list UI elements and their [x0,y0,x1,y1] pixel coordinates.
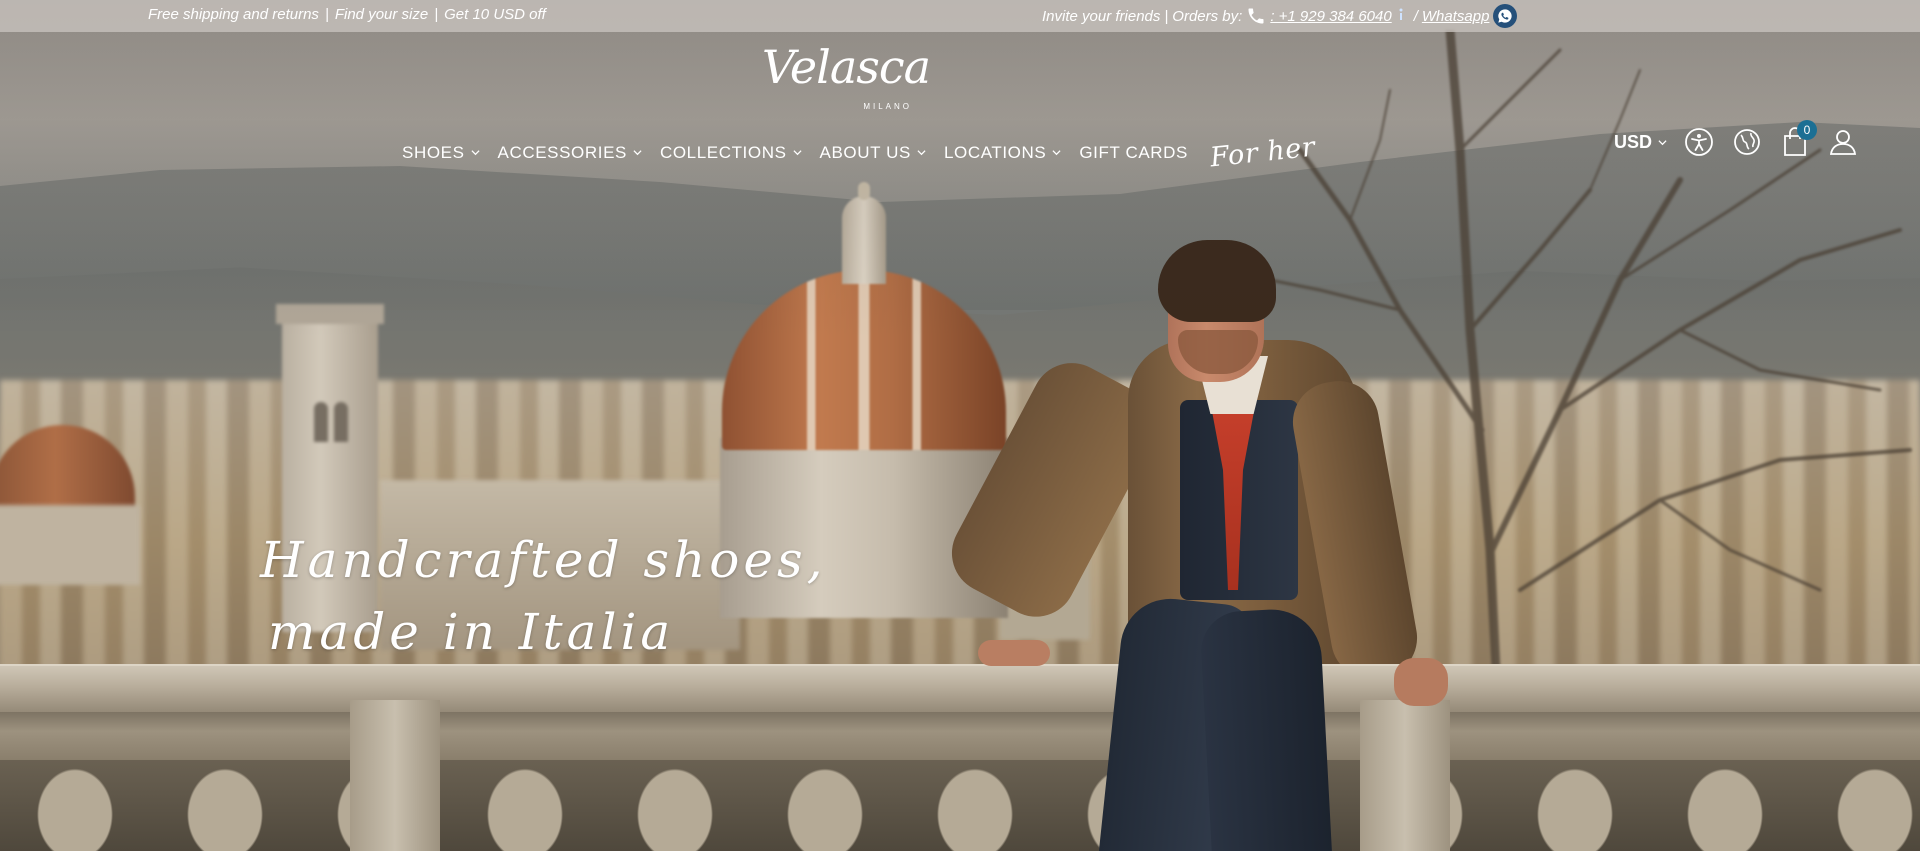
phone-icon [1246,6,1266,26]
find-size-link[interactable]: Find your size [335,6,428,23]
free-shipping-link[interactable]: Free shipping and returns [148,6,319,23]
topbar-promos: Free shipping and returns | Find your si… [148,6,546,23]
logo-subtitle: MILANO [863,102,912,111]
separator: | [1164,7,1169,25]
info-icon [1396,7,1410,25]
currency-label: USD [1614,131,1653,152]
hero-headline: Handcrafted shoes, made in Italia [260,524,827,668]
chevron-down-icon [1658,139,1667,145]
nav-label: ABOUT US [819,142,911,162]
nav-item-locations[interactable]: LOCATIONS [944,143,1061,163]
whatsapp-icon[interactable] [1493,4,1518,28]
velasca-logo[interactable]: Velasca MILANO [756,44,936,116]
discount-link[interactable]: Get 10 USD off [444,6,546,23]
nav-label: LOCATIONS [943,142,1047,162]
whatsapp-link[interactable]: Whatsapp [1422,8,1490,25]
accessibility-icon[interactable] [1683,126,1715,158]
chevron-down-icon [470,150,480,156]
nav-item-shoes[interactable]: SHOES [402,143,480,163]
nav-item-for-her[interactable]: For her [1209,132,1317,174]
main-nav: SHOES ACCESSORIES COLLECTIONS ABOUT US L… [402,132,1317,174]
nav-label: ACCESSORIES [497,142,627,162]
chevron-down-icon [792,150,802,156]
nav-item-collections[interactable]: COLLECTIONS [660,143,802,163]
chevron-down-icon [917,150,926,156]
nav-item-gift-cards[interactable]: GIFT CARDS [1079,143,1188,163]
header-tools: USD 0 [1614,120,1859,158]
nav-item-about-us[interactable]: ABOUT US [820,143,926,163]
nav-label: SHOES [402,142,465,162]
globe-icon[interactable] [1731,126,1763,158]
phone-link[interactable]: : +1 929 384 6040 [1270,8,1391,25]
hero-line-1: Handcrafted shoes, [260,531,827,589]
hero-line-2: made in Italia [268,603,675,661]
cart-count-badge: 0 [1797,120,1818,140]
orders-label: Orders by: [1172,7,1243,25]
top-announcement-bar: Free shipping and returns | Find your si… [0,0,1920,32]
chevron-down-icon [633,150,642,156]
invite-friends-link[interactable]: Invite your friends [1042,8,1160,25]
chevron-down-icon [1052,150,1061,156]
logo-wordmark: Velasca [761,40,931,94]
topbar-contact: Invite your friends | Orders by: : +1 92… [1042,4,1518,28]
cart-icon[interactable]: 0 [1779,120,1818,158]
nav-item-accessories[interactable]: ACCESSORIES [498,143,642,163]
user-icon[interactable] [1827,126,1859,158]
nav-label: COLLECTIONS [659,142,787,162]
separator: / [1413,7,1418,25]
separator: | [324,6,329,23]
nav-label: GIFT CARDS [1079,142,1188,162]
separator: | [434,6,439,23]
currency-selector[interactable]: USD [1614,132,1667,153]
